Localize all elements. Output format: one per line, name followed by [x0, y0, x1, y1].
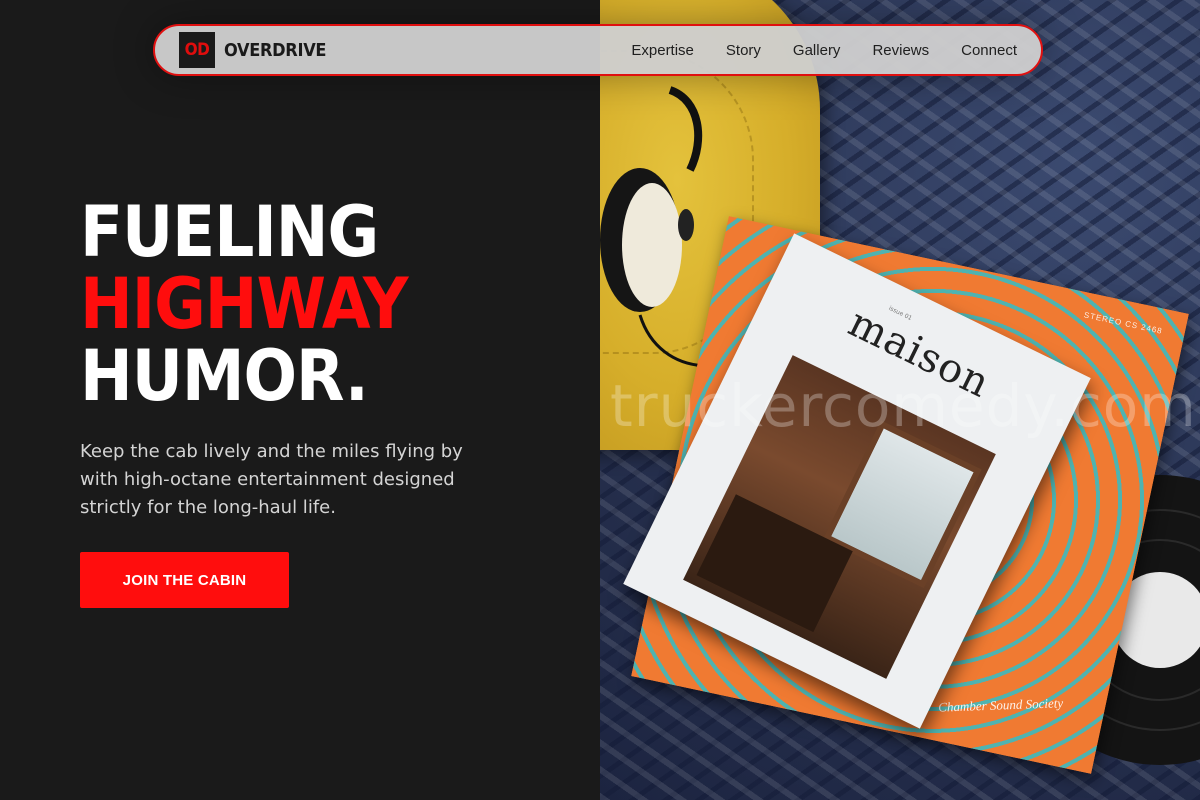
watermark: truckercomedy.com	[610, 372, 1197, 440]
hero-subtext: Keep the cab lively and the miles flying…	[80, 441, 463, 518]
nav-link-story[interactable]: Story	[726, 42, 761, 59]
hero-section: FUELING HIGHWAY HUMOR. Keep the cab live…	[80, 196, 560, 608]
hero-photo: STEREO CS 2468 Chamber Sound Society iss…	[600, 0, 1200, 800]
nav-link-connect[interactable]: Connect	[961, 42, 1017, 59]
headline-line-1: FUELING	[80, 191, 379, 273]
nav-link-reviews[interactable]: Reviews	[872, 42, 929, 59]
sleeve-signature: Chamber Sound Society	[938, 695, 1064, 715]
nav-link-gallery[interactable]: Gallery	[793, 42, 841, 59]
headline-line-2: HIGHWAY	[80, 263, 408, 345]
navbar: OD OVERDRIVE Expertise Story Gallery Rev…	[153, 24, 1043, 76]
nav-links: Expertise Story Gallery Reviews Connect	[631, 42, 1017, 59]
brand-name[interactable]: OVERDRIVE	[224, 40, 327, 61]
nav-link-expertise[interactable]: Expertise	[631, 42, 694, 59]
logo-mark[interactable]: OD	[179, 32, 215, 68]
sleeve-label: STEREO CS 2468	[1083, 310, 1164, 336]
hero-headline: FUELING HIGHWAY HUMOR.	[80, 196, 560, 412]
headline-line-3: HUMOR.	[80, 335, 369, 417]
join-cabin-button[interactable]: JOIN THE CABIN	[80, 552, 289, 608]
